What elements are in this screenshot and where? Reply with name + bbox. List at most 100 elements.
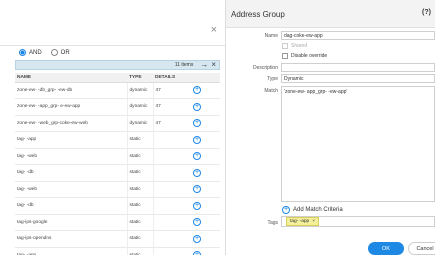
or-radio[interactable]: [50, 49, 58, 56]
cell-details: [152, 247, 182, 255]
shared-checkbox[interactable]: [282, 43, 288, 49]
address-group-panel: Address Group (?) Name dag-coke-ew-app S…: [226, 0, 435, 255]
table-row[interactable]: zone-ew- -app_grp- e-ew-app dynamic 47 +: [15, 98, 220, 116]
disable-override-row[interactable]: Disable override: [282, 53, 327, 59]
remove-tag-icon[interactable]: ×: [312, 219, 315, 224]
match-label: Match: [264, 88, 278, 94]
tags-field[interactable]: tag- -app ×: [281, 216, 435, 227]
disable-override-checkbox[interactable]: [282, 53, 288, 59]
cell-action: +: [182, 214, 220, 231]
disable-override-label: Disable override: [291, 53, 328, 59]
cell-type: static: [126, 164, 153, 182]
cell-action: +: [182, 131, 220, 149]
table-row[interactable]: tag-ips-opendns static +: [15, 230, 220, 248]
cell-name: tag- -app: [15, 131, 127, 149]
cell-name: tag- -db: [15, 197, 127, 215]
match-value: 'zone-ew- app_grp- -ew-app': [284, 89, 348, 95]
column-header-type[interactable]: TYPE: [127, 73, 153, 83]
add-to-match-icon[interactable]: +: [193, 218, 201, 227]
cell-name: tag-ips-opendns: [15, 230, 127, 248]
cell-details: [152, 230, 182, 248]
cell-details: [152, 214, 182, 231]
cell-action: +: [182, 148, 220, 165]
description-field[interactable]: [281, 63, 435, 72]
cell-action: +: [182, 197, 220, 215]
cell-name: tag- -web: [15, 148, 127, 165]
match-field[interactable]: 'zone-ew- app_grp- -ew-app': [281, 86, 435, 202]
cell-details: 47: [152, 98, 182, 116]
table-row[interactable]: zone-ew- -db_grp- -ew-db dynamic 47 +: [15, 82, 220, 99]
add-to-match-icon[interactable]: +: [193, 152, 201, 161]
cell-type: static: [126, 148, 153, 165]
add-to-match-icon[interactable]: +: [193, 135, 201, 144]
add-to-match-icon[interactable]: +: [193, 86, 201, 95]
type-label: Type: [267, 76, 278, 82]
name-value: dag-coke-ew-app: [284, 32, 323, 39]
add-match-criteria-button[interactable]: + Add Match Criteria: [282, 206, 343, 214]
and-label: AND: [29, 49, 42, 56]
add-to-match-icon[interactable]: +: [193, 201, 201, 210]
add-to-match-icon[interactable]: +: [193, 251, 201, 255]
cell-details: 47: [152, 82, 182, 99]
cell-action: +: [182, 181, 220, 198]
table-row[interactable]: tag- -web static +: [15, 148, 220, 165]
cell-type: static: [126, 197, 153, 215]
cancel-button[interactable]: Cancel: [408, 242, 435, 255]
help-icon[interactable]: (?): [422, 9, 431, 16]
cell-name: tag-ips-google: [15, 214, 127, 231]
add-to-match-icon[interactable]: +: [193, 234, 201, 243]
cell-details: [152, 148, 182, 165]
cell-action: +: [182, 115, 220, 132]
and-radio[interactable]: [19, 49, 26, 56]
cell-type: static: [126, 181, 153, 198]
table-row[interactable]: tag- -appstatic +: [15, 131, 220, 149]
match-criteria-dialog: × AND OR 11 items → × NAME TYPE DETAILS …: [0, 0, 226, 255]
table-header-row: NAME TYPE DETAILS: [15, 73, 220, 83]
tag-chip-label: tag- -app: [290, 219, 310, 224]
cell-type: static: [126, 214, 153, 231]
cell-type: dynamic: [126, 98, 153, 116]
cell-details: [152, 164, 182, 182]
cell-name: tag- -web: [15, 181, 127, 198]
plus-icon: +: [282, 206, 290, 214]
column-header-name[interactable]: NAME: [15, 73, 127, 83]
type-value: Dynamic: [284, 75, 304, 82]
cell-name: zone-ew- -web_grp-coke-ew-web: [15, 115, 127, 132]
column-header-details[interactable]: DETAILS: [153, 73, 182, 83]
add-to-match-icon[interactable]: +: [193, 185, 201, 194]
item-count: 11 items: [174, 62, 194, 68]
cell-action: +: [182, 164, 220, 182]
shared-checkbox-row[interactable]: Shared: [282, 43, 307, 49]
cell-action: +: [182, 247, 220, 255]
type-select[interactable]: Dynamic: [281, 74, 435, 83]
cell-action: +: [182, 230, 220, 248]
cell-type: static: [126, 230, 153, 248]
table-row[interactable]: zone-ew- -web_grp-coke-ew-web dynamic 47 +: [15, 115, 220, 132]
cell-type: static: [126, 131, 153, 149]
add-match-criteria-label: Add Match Criteria: [293, 207, 343, 213]
add-to-match-icon[interactable]: +: [193, 102, 201, 111]
apply-filter-icon[interactable]: →: [200, 61, 208, 69]
filter-bar[interactable]: 11 items → ×: [15, 60, 220, 70]
table-row[interactable]: tag- -db static +: [15, 164, 220, 182]
tags-label: Tags: [267, 220, 278, 226]
or-label: OR: [60, 49, 70, 56]
table-row[interactable]: tag-ips-google static +: [15, 214, 220, 231]
cell-name: zone-ew- -app_grp- e-ew-app: [15, 98, 127, 116]
table-row[interactable]: tag- -db static +: [15, 197, 220, 215]
table-row[interactable]: tag- -web static +: [15, 181, 220, 198]
clear-filter-icon[interactable]: ×: [211, 61, 216, 69]
objects-table: NAME TYPE DETAILS zone-ew- -db_grp- -ew-…: [15, 73, 220, 255]
cell-details: [152, 181, 182, 198]
cell-details: [152, 197, 182, 215]
panel-title: Address Group: [231, 10, 285, 19]
ok-button[interactable]: OK: [368, 242, 404, 255]
table-row[interactable]: tag- -appstatic +: [15, 247, 220, 255]
close-icon[interactable]: ×: [211, 24, 217, 36]
dialog-header: ×: [0, 0, 225, 46]
tag-chip: tag- -app ×: [286, 217, 320, 226]
add-to-match-icon[interactable]: +: [193, 119, 201, 128]
name-field[interactable]: dag-coke-ew-app: [281, 31, 435, 40]
panel-header: Address Group (?): [226, 0, 435, 28]
add-to-match-icon[interactable]: +: [193, 168, 201, 177]
